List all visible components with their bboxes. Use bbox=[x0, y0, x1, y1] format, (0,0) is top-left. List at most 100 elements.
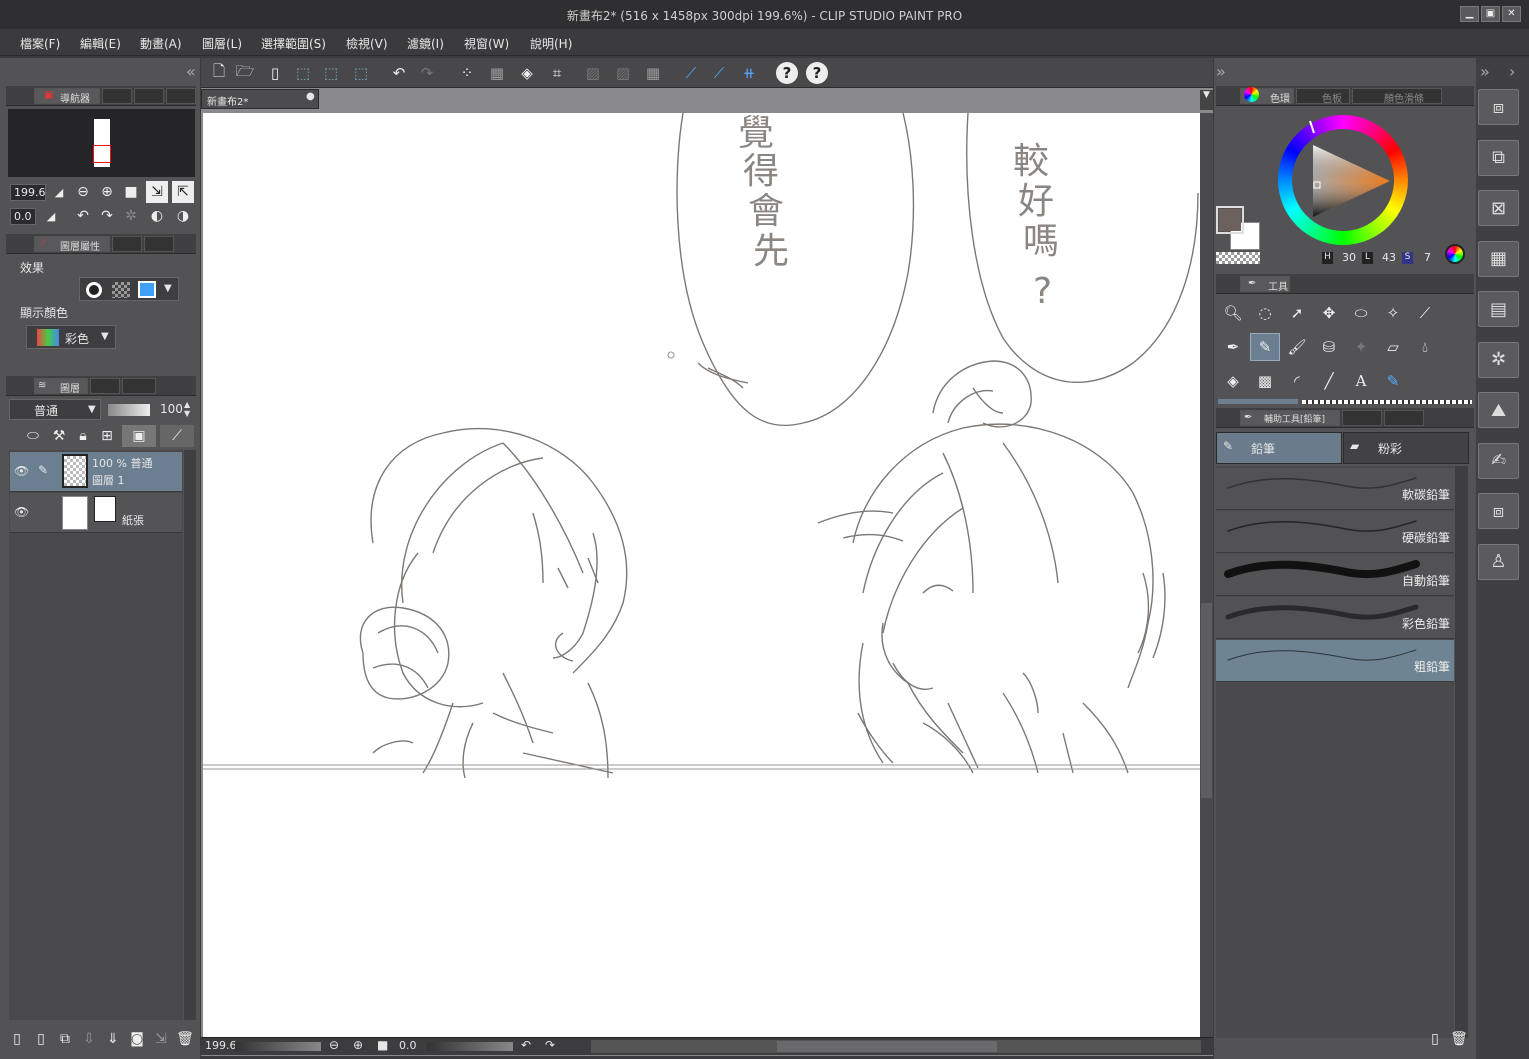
tab-subview[interactable] bbox=[102, 88, 132, 104]
fill-icon[interactable]: ◈ bbox=[514, 60, 540, 86]
collapse-left-icon[interactable]: « bbox=[186, 62, 196, 81]
layer-row[interactable]: 👁︎ 紙張 bbox=[10, 493, 182, 533]
canvas-menu-icon[interactable]: ▼ bbox=[1200, 90, 1213, 110]
cube-stack-icon[interactable]: ⧈ bbox=[1478, 493, 1519, 529]
zoom-in-icon[interactable]: ⊕ bbox=[353, 1038, 363, 1052]
menu-selection[interactable]: 選擇範圍(S) bbox=[261, 35, 326, 52]
select-all-icon[interactable]: ⬚ bbox=[290, 60, 316, 86]
subtool-item[interactable]: 粗鉛筆 bbox=[1216, 640, 1454, 682]
transform-icon[interactable]: ⌗ bbox=[544, 60, 570, 86]
canvas-sheet[interactable]: 覺 得 會 先 較 好 嗎 ? bbox=[203, 113, 1200, 1037]
magic-wand-icon[interactable]: ✧ bbox=[1378, 299, 1408, 327]
zoom-out-icon[interactable]: ⊖ bbox=[329, 1038, 339, 1052]
subtool-item[interactable]: 硬碳鉛筆 bbox=[1216, 511, 1454, 553]
collapse-icon[interactable]: › bbox=[1509, 62, 1515, 81]
reference-layer-icon[interactable]: ⚒ bbox=[48, 425, 70, 447]
new-vector-layer-icon[interactable]: ▯ bbox=[30, 1028, 52, 1050]
decoration-tool-icon[interactable]: ✦ bbox=[1346, 333, 1376, 361]
navigator-preview[interactable] bbox=[8, 109, 195, 177]
canvas-vertical-scrollbar[interactable] bbox=[1200, 113, 1213, 1037]
brush-material-icon[interactable]: ✍ bbox=[1478, 442, 1519, 479]
new-subtool-icon[interactable]: ▯ bbox=[1424, 1028, 1446, 1050]
tab-layer-flask[interactable] bbox=[144, 236, 174, 252]
clear-icon[interactable]: ⁘ bbox=[454, 60, 480, 86]
eyedropper-icon[interactable]: ⟋ bbox=[1410, 299, 1440, 327]
subtool-item[interactable]: 自動鉛筆 bbox=[1216, 554, 1454, 596]
minimize-button[interactable]: ▁ bbox=[1460, 6, 1479, 22]
open-file-icon[interactable]: 🗁 bbox=[232, 60, 258, 86]
figure-tool-icon[interactable]: ◜ bbox=[1282, 367, 1312, 395]
angle-slider[interactable] bbox=[427, 1042, 513, 1051]
rotate-right-icon[interactable]: ↷ bbox=[96, 205, 118, 227]
object-tool-icon[interactable]: ➚ bbox=[1282, 299, 1312, 327]
lock-layer-icon[interactable]: 🔒︎ bbox=[72, 425, 94, 447]
close-tab-icon[interactable]: ● bbox=[306, 91, 315, 102]
pen-tool-icon[interactable]: ✒ bbox=[1218, 333, 1248, 361]
zoom-slider-icon[interactable]: ◢ bbox=[48, 181, 70, 203]
landscape-icon[interactable]: ⛰ bbox=[1478, 392, 1519, 428]
delete-subtool-icon[interactable]: 🗑︎ bbox=[1448, 1028, 1470, 1050]
invert-selection-icon[interactable]: ⬚ bbox=[348, 60, 374, 86]
pattern-icon[interactable]: ✲ bbox=[1478, 341, 1519, 378]
eye-icon[interactable]: 👁︎ bbox=[14, 464, 29, 478]
opacity-slider[interactable] bbox=[108, 404, 150, 416]
special-ruler-snap-icon[interactable]: ▨ bbox=[610, 60, 636, 86]
flip-right-icon[interactable]: ◑ bbox=[172, 205, 194, 227]
airbrush-tool-icon[interactable]: ⛁ bbox=[1314, 333, 1344, 361]
brush-tool-icon[interactable]: 🖌︎ bbox=[1282, 333, 1312, 361]
layer-color-icon[interactable] bbox=[138, 281, 156, 298]
transfer-down-icon[interactable]: ⇩ bbox=[78, 1028, 100, 1050]
grid-snap-icon[interactable]: ▦ bbox=[640, 60, 666, 86]
zoom-slider[interactable] bbox=[235, 1042, 321, 1051]
checker-icon[interactable]: ▦ bbox=[1478, 240, 1519, 277]
tone-effect-icon[interactable] bbox=[112, 282, 130, 298]
layer-list-scrollbar[interactable] bbox=[184, 450, 196, 1020]
subtool-group-pencil[interactable]: ✎ 鉛筆 bbox=[1216, 432, 1342, 464]
zoom-tool-icon[interactable]: 🔍︎ bbox=[1218, 299, 1248, 327]
move-layer-icon[interactable]: ✥ bbox=[1314, 299, 1344, 327]
menu-animation[interactable]: 動畫(A) bbox=[140, 35, 182, 52]
menu-window[interactable]: 視窗(W) bbox=[464, 35, 509, 52]
opacity-value[interactable]: 100 bbox=[160, 402, 183, 416]
flip-left-icon[interactable]: ◐ bbox=[146, 205, 168, 227]
new-raster-layer-icon[interactable]: ▯ bbox=[6, 1028, 28, 1050]
layer-row[interactable]: 👁︎ ✎ 100 % 普通 圖層 1 bbox=[10, 452, 182, 492]
main-color-swatch[interactable] bbox=[1216, 206, 1244, 234]
fit-screen-icon[interactable]: ■ bbox=[120, 181, 142, 203]
deselect-icon[interactable]: ⬚ bbox=[318, 60, 344, 86]
context-help-icon[interactable]: ? bbox=[806, 62, 828, 84]
ruler-icon[interactable]: ⟋ bbox=[160, 425, 194, 447]
text-tool-icon[interactable]: A bbox=[1346, 367, 1376, 395]
angle-slider-icon[interactable]: ◢ bbox=[40, 205, 62, 227]
tab-animation-cels[interactable] bbox=[90, 378, 120, 394]
border-effect-icon[interactable] bbox=[86, 282, 102, 298]
clip-layer-icon[interactable]: ⬭ bbox=[22, 425, 44, 447]
maximize-button[interactable]: ▣ bbox=[1481, 6, 1500, 22]
menu-help[interactable]: 說明(H) bbox=[530, 35, 572, 52]
lasso-icon[interactable]: ⬭ bbox=[1346, 299, 1376, 327]
layout-icon[interactable]: ▤ bbox=[1478, 291, 1519, 327]
horizontal-scrollbar[interactable] bbox=[591, 1040, 1201, 1053]
transparent-color-swatch[interactable] bbox=[1216, 252, 1260, 264]
menu-edit[interactable]: 編輯(E) bbox=[80, 35, 121, 52]
tab-layer-search[interactable] bbox=[112, 236, 142, 252]
scroll-thumb[interactable] bbox=[777, 1041, 997, 1052]
zoom-in-icon[interactable]: ⊕ bbox=[96, 181, 118, 203]
figure-icon[interactable]: ♙ bbox=[1478, 543, 1519, 580]
tab-tool-property[interactable] bbox=[1342, 410, 1382, 426]
eraser-tool-icon[interactable]: ▱ bbox=[1378, 333, 1408, 361]
tab-document[interactable]: 新畫布2* ● bbox=[201, 89, 319, 109]
delete-layer-icon[interactable]: 🗑︎ bbox=[174, 1028, 196, 1050]
color-space-icon[interactable] bbox=[1445, 244, 1465, 264]
eye-icon[interactable]: 👁︎ bbox=[14, 505, 29, 519]
new-file-icon[interactable]: 🗋 bbox=[206, 60, 232, 86]
mask-add-icon[interactable]: ◙ bbox=[126, 1028, 148, 1050]
chevron-down-icon[interactable]: ▼ bbox=[164, 283, 172, 294]
menu-layer[interactable]: 圖層(L) bbox=[202, 35, 242, 52]
navigator-view-frame[interactable] bbox=[93, 145, 111, 163]
expand-icon[interactable]: » bbox=[1480, 62, 1490, 81]
display-color-dropdown[interactable]: 彩色 ▼ bbox=[26, 325, 116, 349]
subtool-group-pastel[interactable]: ▰ 粉彩 bbox=[1343, 432, 1469, 464]
lock-transparency-icon[interactable]: ⊞ bbox=[96, 425, 118, 447]
reset-rotation-icon[interactable]: ✲ bbox=[120, 205, 142, 227]
